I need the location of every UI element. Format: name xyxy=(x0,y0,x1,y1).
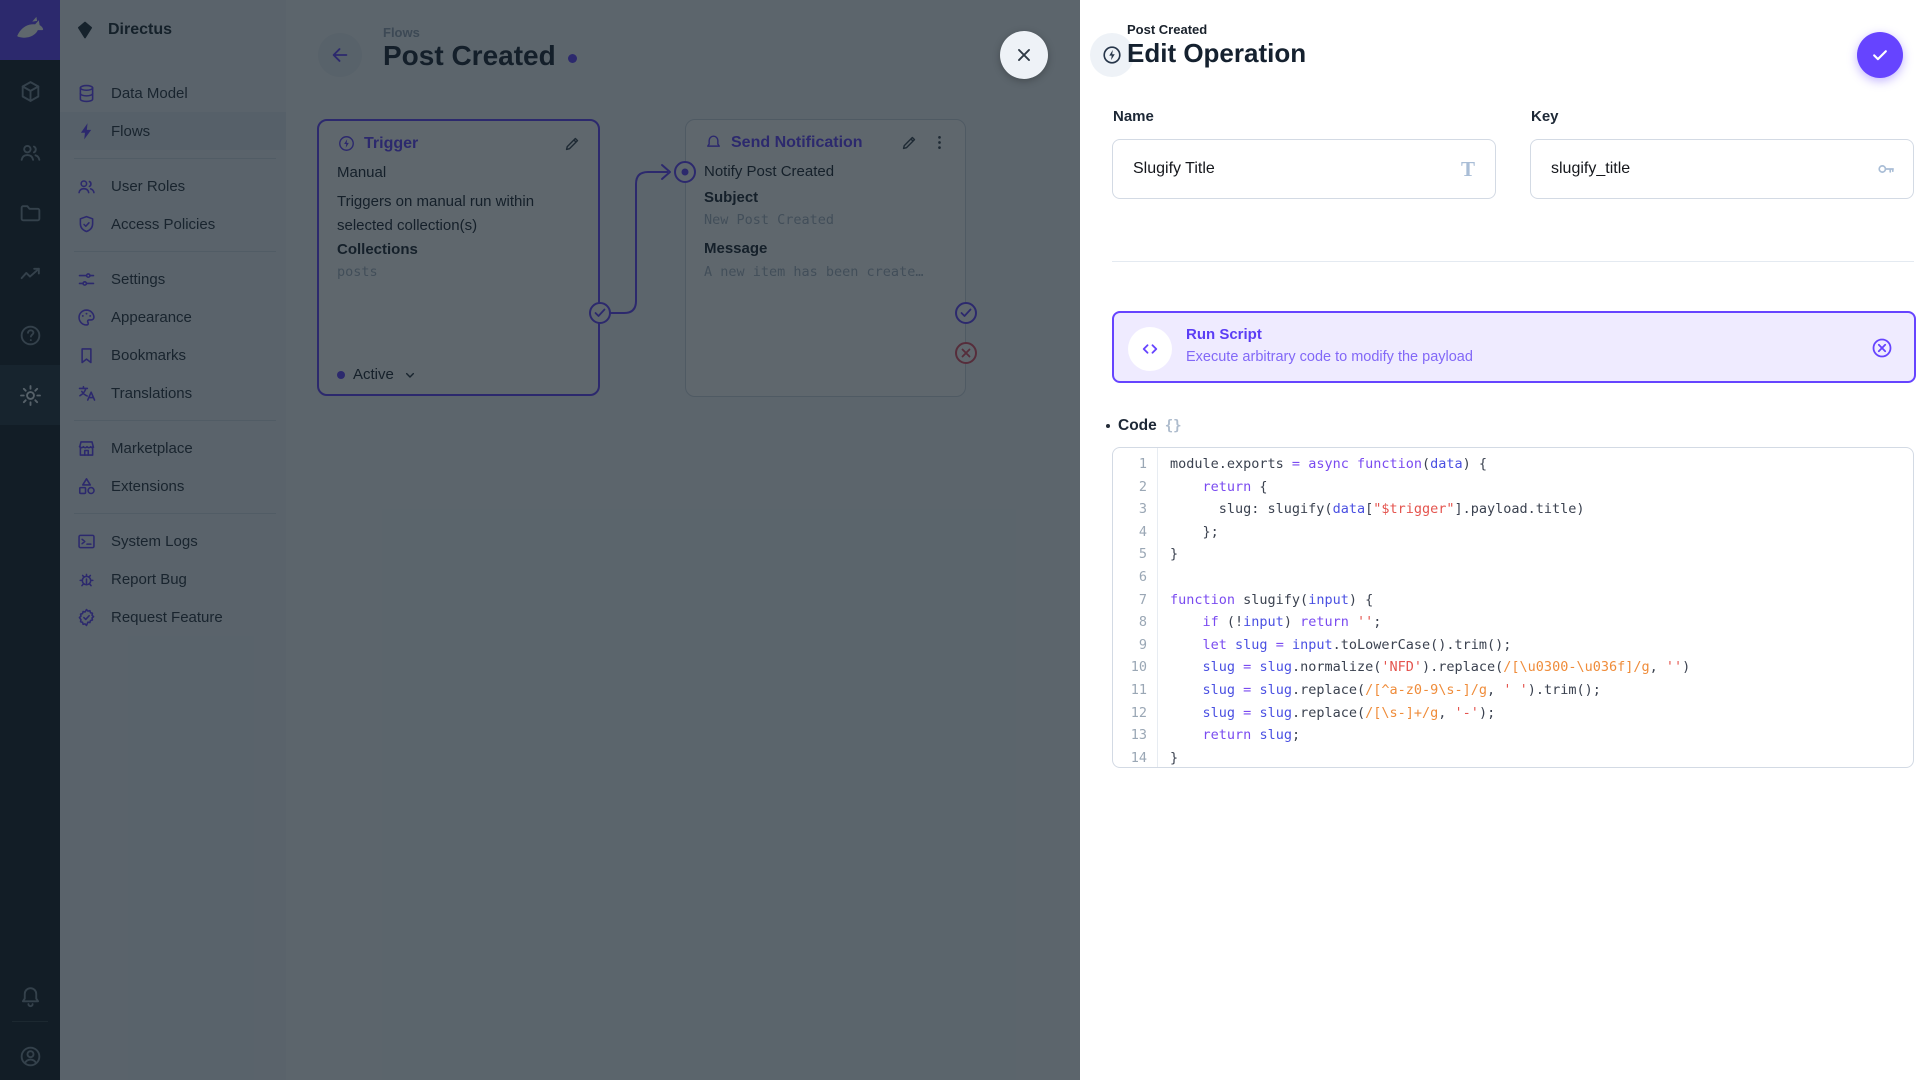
line-number: 8 xyxy=(1113,611,1157,634)
run-script-banner: Run Script Execute arbitrary code to mod… xyxy=(1112,311,1916,383)
modal-overlay[interactable] xyxy=(0,0,1080,1080)
code-line: if (!input) return ''; xyxy=(1170,611,1913,634)
check-icon xyxy=(1870,45,1890,65)
line-number: 5 xyxy=(1113,543,1157,566)
code-field-header: Code {} xyxy=(1106,417,1182,435)
line-number: 10 xyxy=(1113,656,1157,679)
key-input[interactable] xyxy=(1530,139,1914,199)
line-number: 12 xyxy=(1113,702,1157,725)
line-number: 6 xyxy=(1113,566,1157,589)
edited-dot xyxy=(1106,424,1110,428)
line-number: 4 xyxy=(1113,521,1157,544)
code-line: slug = slug.normalize('NFD').replace(/[\… xyxy=(1170,656,1913,679)
line-number: 7 xyxy=(1113,589,1157,612)
code-line: }; xyxy=(1170,521,1913,544)
code-line: return slug; xyxy=(1170,724,1913,747)
circle-bolt-icon xyxy=(1101,44,1123,66)
name-field: Name T xyxy=(1112,139,1496,199)
code-line: slug: slugify(data["$trigger"].payload.t… xyxy=(1170,498,1913,521)
code-line: return { xyxy=(1170,476,1913,499)
code-line: function slugify(input) { xyxy=(1170,589,1913,612)
directus-app: Directus Data ModelFlowsUser RolesAccess… xyxy=(0,0,1920,1080)
code-line: slug = slug.replace(/[\s-]+/g, '-'); xyxy=(1170,702,1913,725)
remove-operation-type-button[interactable] xyxy=(1870,336,1894,360)
code-content: module.exports = async function(data) { … xyxy=(1158,448,1913,767)
name-field-label: Name xyxy=(1113,108,1154,125)
edit-operation-drawer: Post Created Edit Operation Name T Key xyxy=(1080,0,1920,1080)
title-icon: T xyxy=(1456,157,1480,181)
code-line: let slug = input.toLowerCase().trim(); xyxy=(1170,634,1913,657)
banner-title: Run Script xyxy=(1186,326,1262,343)
key-icon xyxy=(1874,157,1898,181)
key-field: Key xyxy=(1530,139,1914,199)
code-line: module.exports = async function(data) { xyxy=(1170,453,1913,476)
line-number: 14 xyxy=(1113,747,1157,768)
code-line: } xyxy=(1170,747,1913,768)
code-gutter: 1234567891011121314 xyxy=(1113,448,1158,767)
close-drawer-button[interactable] xyxy=(1000,31,1048,79)
line-number: 2 xyxy=(1113,476,1157,499)
line-number: 9 xyxy=(1113,634,1157,657)
code-line: } xyxy=(1170,543,1913,566)
line-number: 13 xyxy=(1113,724,1157,747)
code-line: slug = slug.replace(/[^a-z0-9\s-]/g, ' '… xyxy=(1170,679,1913,702)
drawer-breadcrumb: Post Created xyxy=(1127,22,1207,37)
key-field-label: Key xyxy=(1531,108,1559,125)
line-number: 11 xyxy=(1113,679,1157,702)
close-icon xyxy=(1013,44,1035,66)
code-field-label: Code xyxy=(1118,417,1157,435)
name-input[interactable] xyxy=(1112,139,1496,199)
save-button[interactable] xyxy=(1857,32,1903,78)
braces-icon: {} xyxy=(1165,418,1182,434)
banner-subtitle: Execute arbitrary code to modify the pay… xyxy=(1186,349,1473,365)
drawer-divider xyxy=(1112,261,1914,262)
line-number: 3 xyxy=(1113,498,1157,521)
code-brackets-icon xyxy=(1128,327,1172,371)
code-editor[interactable]: 1234567891011121314 module.exports = asy… xyxy=(1112,447,1914,768)
code-line xyxy=(1170,566,1913,589)
drawer-title: Edit Operation xyxy=(1127,38,1306,69)
line-number: 1 xyxy=(1113,453,1157,476)
